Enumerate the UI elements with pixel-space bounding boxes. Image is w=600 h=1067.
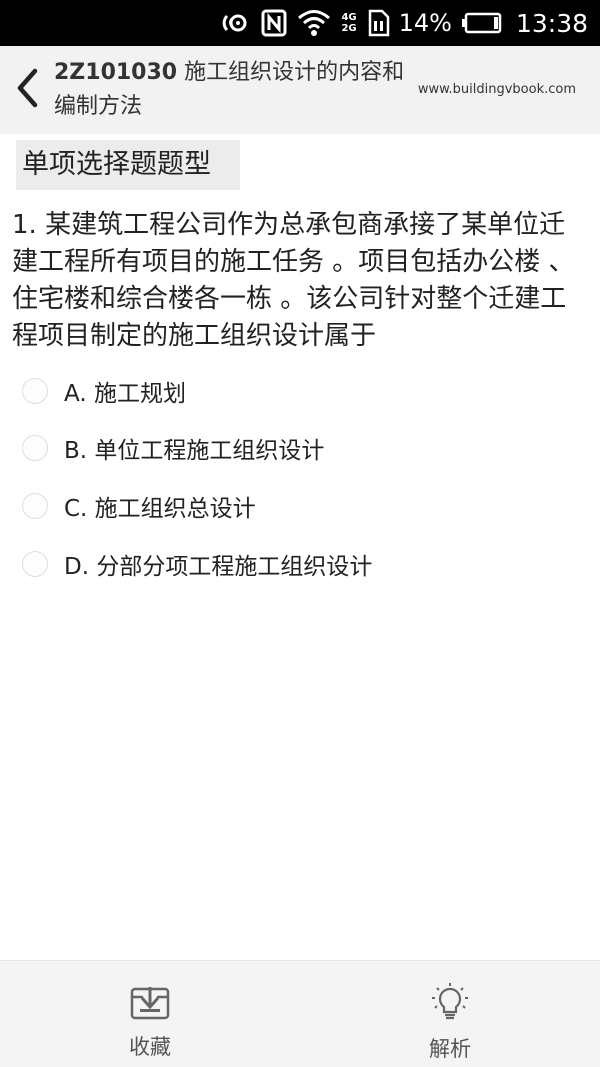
cellular-signal-icon: 4G 2G xyxy=(341,12,356,34)
favorite-button[interactable]: 收藏 xyxy=(95,983,205,1063)
battery-icon xyxy=(461,12,502,34)
nfc-signal-icon xyxy=(221,8,251,38)
answer-options: A. 施工规划 B. 单位工程施工组织设计 C. 施工组织总设计 D. 分部分项… xyxy=(22,362,582,592)
analysis-button[interactable]: 解析 xyxy=(395,983,505,1063)
analysis-label: 解析 xyxy=(429,1037,471,1061)
radio-button[interactable] xyxy=(22,435,48,462)
question-text: 1. 某建筑工程公司作为总承包商承接了某单位迁建工程所有项目的施工任务 。项目包… xyxy=(12,210,575,351)
favorite-label: 收藏 xyxy=(129,1035,171,1059)
site-url: www.buildingvbook.com xyxy=(417,82,576,97)
battery-percent: 14% xyxy=(398,9,452,37)
option-label: C. 施工组织总设计 xyxy=(64,495,256,522)
option-b[interactable]: B. 单位工程施工组织设计 xyxy=(22,420,582,478)
option-label: A. 施工规划 xyxy=(64,380,186,407)
download-box-icon xyxy=(129,983,171,1025)
status-bar: 4G 2G 14% 13:38 xyxy=(0,0,600,46)
option-label: B. 单位工程施工组织设计 xyxy=(64,438,325,465)
bottom-toolbar: 收藏 解析 xyxy=(0,960,600,1067)
chevron-left-icon xyxy=(15,68,39,112)
network-type-2g: 2G xyxy=(341,23,357,34)
radio-button[interactable] xyxy=(22,492,48,519)
nfc-icon xyxy=(261,9,287,37)
lightbulb-icon xyxy=(429,983,471,1027)
radio-button[interactable] xyxy=(22,377,48,404)
status-time: 13:38 xyxy=(515,8,588,38)
app-header: 2Z101030 施工组织设计的内容和编制方法 www.buildingvboo… xyxy=(0,46,600,134)
chapter-code: 2Z101030 xyxy=(54,60,178,85)
question-type-label: 单项选择题题型 xyxy=(16,140,240,190)
wifi-icon xyxy=(297,8,331,38)
option-label: D. 分部分项工程施工组织设计 xyxy=(64,553,373,580)
radio-button[interactable] xyxy=(22,550,48,577)
back-button[interactable] xyxy=(10,66,44,114)
network-type-4g: 4G xyxy=(341,12,357,23)
option-a[interactable]: A. 施工规划 xyxy=(22,362,582,420)
page-title: 2Z101030 施工组织设计的内容和编制方法 xyxy=(54,56,424,124)
option-c[interactable]: C. 施工组织总设计 xyxy=(22,477,582,535)
sim-alert-icon xyxy=(367,8,391,38)
option-d[interactable]: D. 分部分项工程施工组织设计 xyxy=(22,535,582,593)
